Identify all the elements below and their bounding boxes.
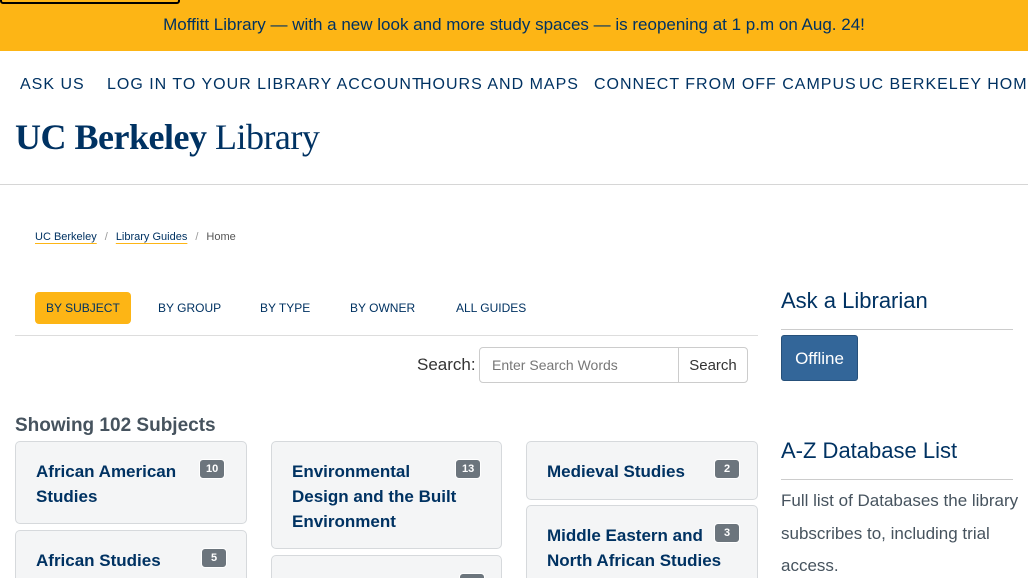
- guide-count-badge: 10: [199, 459, 226, 479]
- ask-librarian-heading: Ask a Librarian: [781, 288, 928, 313]
- tab-by-type[interactable]: BY TYPE: [249, 292, 321, 324]
- ask-librarian-divider: [781, 329, 1013, 330]
- logo-library: Library: [214, 117, 320, 157]
- search-button[interactable]: Search: [678, 347, 748, 383]
- guide-count-badge: 5: [201, 548, 227, 568]
- nav-ask-us[interactable]: ASK US: [20, 76, 85, 94]
- logo-uc-berkeley: UC Berkeley: [15, 117, 207, 157]
- nav-off-campus[interactable]: CONNECT FROM OFF CAMPUS: [594, 76, 857, 94]
- subject-title: African Studies: [36, 551, 161, 570]
- subject-title: Environmental Design and the Built Envir…: [292, 462, 457, 531]
- search-label: Search:: [417, 355, 476, 374]
- subject-card-african-american-studies[interactable]: African American Studies 10: [15, 441, 247, 524]
- subject-title: Medieval Studies: [547, 462, 685, 481]
- breadcrumb-home: Home: [206, 231, 236, 243]
- guide-count-badge: 3: [714, 523, 740, 543]
- tab-by-subject[interactable]: BY SUBJECT: [35, 292, 131, 324]
- subject-card-environmental-design[interactable]: Environmental Design and the Built Envir…: [271, 441, 502, 549]
- az-database-description: Full list of Databases the library subsc…: [781, 491, 1019, 575]
- header-divider: [0, 184, 1028, 185]
- search-input[interactable]: [479, 347, 679, 383]
- announcement-banner: Moffitt Library — with a new look and mo…: [0, 0, 1028, 51]
- nav-library-account[interactable]: LOG IN TO YOUR LIBRARY ACCOUNT: [107, 76, 423, 94]
- guide-count-badge: 1: [459, 573, 485, 578]
- subject-title: African American Studies: [36, 462, 177, 506]
- nav-uc-berkeley-home[interactable]: UC BERKELEY HOME: [859, 76, 1028, 94]
- uc-berkeley-library-logo[interactable]: UC Berkeley Library: [15, 116, 320, 158]
- subject-card-african-studies[interactable]: African Studies 5: [15, 530, 247, 578]
- breadcrumb-separator: /: [104, 231, 108, 243]
- subjects-count-heading: Showing 102 Subjects: [15, 415, 216, 436]
- guide-count-badge: 2: [714, 459, 740, 479]
- tab-by-group[interactable]: BY GROUP: [147, 292, 232, 324]
- breadcrumb-uc-berkeley[interactable]: UC Berkeley: [35, 231, 97, 243]
- guide-count-badge: 13: [455, 459, 482, 479]
- tab-by-owner[interactable]: BY OWNER: [339, 292, 426, 324]
- subject-card[interactable]: 1: [271, 555, 502, 578]
- chat-offline-button[interactable]: Offline: [781, 335, 858, 381]
- tab-all-guides[interactable]: ALL GUIDES: [445, 292, 537, 324]
- breadcrumb-library-guides[interactable]: Library Guides: [116, 231, 188, 243]
- az-database-heading: A-Z Database List: [781, 438, 958, 463]
- breadcrumb-separator: /: [195, 231, 199, 243]
- skip-link[interactable]: [0, 0, 180, 4]
- az-database-divider: [781, 479, 1013, 480]
- guide-tabs: BY SUBJECT BY GROUP BY TYPE BY OWNER ALL…: [15, 292, 758, 336]
- nav-hours-maps[interactable]: HOURS AND MAPS: [420, 76, 579, 94]
- subject-card-middle-eastern-north-african-studies[interactable]: Middle Eastern and North African Studies…: [526, 505, 758, 578]
- subject-title: Middle Eastern and North African Studies: [547, 526, 722, 570]
- banner-text: Moffitt Library — with a new look and mo…: [163, 15, 865, 34]
- breadcrumb: UC Berkeley / Library Guides / Home: [35, 231, 236, 243]
- subject-card-medieval-studies[interactable]: Medieval Studies 2: [526, 441, 758, 500]
